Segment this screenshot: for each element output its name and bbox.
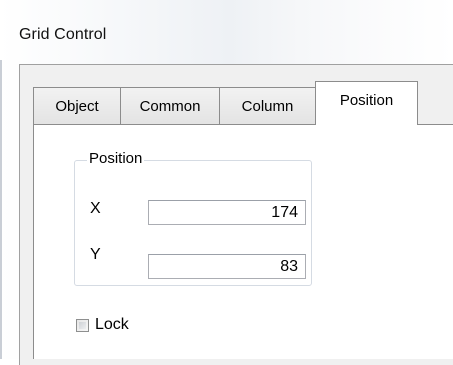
tab-common[interactable]: Common: [120, 87, 220, 125]
tab-position[interactable]: Position: [315, 81, 418, 125]
x-label: X: [90, 200, 101, 217]
tab-common-label: Common: [139, 98, 201, 115]
tab-column[interactable]: Column: [219, 87, 316, 125]
window-left-edge: [0, 60, 2, 359]
lock-checkbox-row[interactable]: Lock: [76, 316, 129, 334]
grid-control-window: Grid Control Object Common Column Positi…: [0, 0, 453, 365]
window-title: Grid Control: [19, 26, 107, 43]
y-position-input[interactable]: [148, 254, 306, 279]
tab-column-label: Column: [241, 98, 294, 115]
lock-checkbox[interactable]: [76, 318, 89, 332]
lock-label: Lock: [95, 316, 129, 333]
tab-strip: Object Common Column Position: [33, 81, 418, 125]
tab-object-label: Object: [55, 98, 99, 115]
tab-object[interactable]: Object: [33, 87, 121, 125]
position-group-legend: Position: [87, 150, 145, 167]
tab-position-label: Position: [339, 92, 394, 109]
x-position-input[interactable]: [148, 200, 306, 225]
y-label: Y: [90, 246, 101, 263]
